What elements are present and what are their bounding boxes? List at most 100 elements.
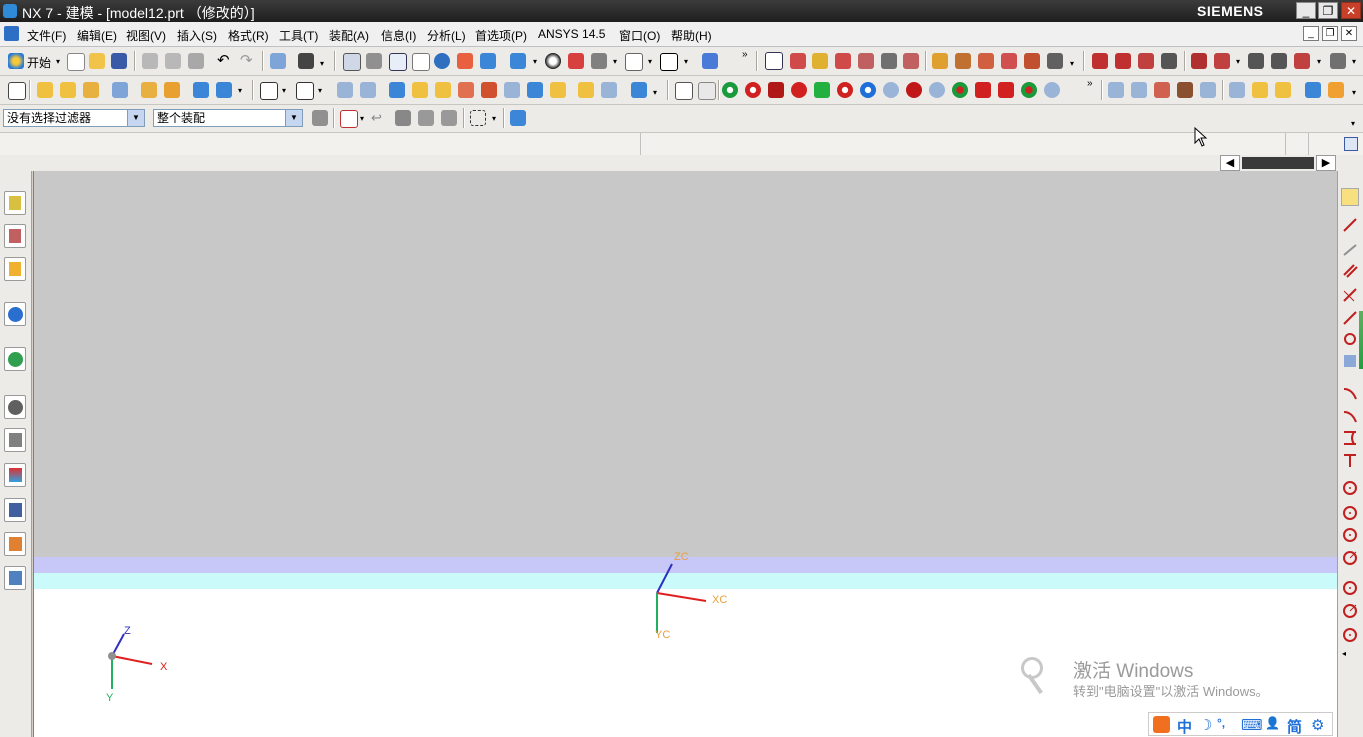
helical-gear-icon[interactable] [998,82,1014,98]
styled-surface-icon[interactable] [1177,82,1193,98]
stop-at-intersection-icon[interactable] [441,110,457,126]
history-icon[interactable] [4,347,26,371]
datum-plane-icon[interactable] [112,82,128,98]
circle-three-point-icon[interactable] [1342,505,1358,521]
offset-curve-icon[interactable] [1191,53,1207,69]
select-body-icon[interactable] [510,110,526,126]
extrude-icon[interactable] [60,82,76,98]
ime-chinese-mode[interactable]: 中 [1177,716,1192,737]
doc-restore-button[interactable]: ❐ [1322,26,1338,41]
scroll-right-button[interactable]: ▶ [1316,155,1336,171]
pulley-icon[interactable] [929,82,945,98]
assembly-navigator-icon[interactable] [4,191,26,215]
circle-point-icon[interactable] [1342,331,1358,347]
reset-filter-icon[interactable] [312,110,328,126]
circle-arc-icon[interactable] [1342,603,1358,619]
hide-icon[interactable] [591,53,607,69]
bridge-curve-icon[interactable] [1248,53,1264,69]
line-icon[interactable] [1092,53,1108,69]
deviation-icon[interactable] [1047,53,1063,69]
weld-bead-icon[interactable] [768,82,784,98]
toolbar2-overflow-chevron[interactable]: » [1087,78,1093,89]
trim-sheet-icon[interactable] [1305,82,1321,98]
selection-filter-combo[interactable]: 没有选择过滤器 ▼ [3,109,145,127]
circle-tangent-icon[interactable] [1342,527,1358,543]
extract-curve-icon[interactable] [1330,53,1346,69]
menu-ansys[interactable]: ANSYS 14.5 [538,27,605,41]
chamfer-icon[interactable] [360,82,376,98]
measure-angle-icon[interactable] [955,53,971,69]
bevel-gear-icon[interactable] [1021,82,1037,98]
ring-icon[interactable] [860,82,876,98]
arc-icon[interactable] [1342,385,1358,401]
undo-icon[interactable]: ↶ [217,53,233,69]
sheet-body-icon[interactable] [1328,82,1344,98]
wcs-icon[interactable] [702,53,718,69]
reuse-library-icon[interactable] [4,428,26,452]
intersect-curve-icon[interactable] [1294,53,1310,69]
hole-icon[interactable] [141,82,157,98]
surface-through-curves-icon[interactable] [1108,82,1124,98]
gear-icon[interactable] [883,82,899,98]
scroll-indicator[interactable] [1359,311,1363,369]
roles-icon[interactable] [4,532,26,556]
menu-format[interactable]: 格式(R) [228,27,269,44]
surface-mesh-icon[interactable] [1131,82,1147,98]
feature-icon[interactable] [1341,188,1359,206]
start-button-label[interactable]: 开始 [27,54,51,71]
menu-edit[interactable]: 编辑(E) [77,27,117,44]
ime-settings-icon[interactable]: ⚙ [1311,716,1324,734]
chevron-down-icon[interactable]: ▼ [127,110,144,126]
ime-simplified-toggle[interactable]: 简 [1287,716,1302,737]
wrap-icon[interactable] [550,82,566,98]
system-materials-icon[interactable] [4,566,26,590]
project-curve-icon[interactable] [1271,53,1287,69]
extension-icon[interactable] [1252,82,1268,98]
close-button[interactable]: ✕ [1341,2,1361,19]
shell-icon[interactable] [389,82,405,98]
menu-tools[interactable]: 工具(T) [279,27,318,44]
unite-icon[interactable] [260,82,278,100]
weld-point-icon[interactable] [745,82,761,98]
start-icon[interactable] [8,53,24,69]
clock-icon[interactable] [4,395,26,419]
circle-icon[interactable] [1138,53,1154,69]
zoom-icon[interactable] [389,53,407,71]
torus-icon[interactable] [837,82,853,98]
line-at-point-icon[interactable] [1342,241,1358,257]
scroll-left-button[interactable]: ◀ [1220,155,1240,171]
simple-interference-icon[interactable] [1024,53,1040,69]
move-layer-icon[interactable] [698,82,716,100]
redo-icon[interactable]: ↷ [240,53,256,69]
render-style-icon[interactable] [510,53,526,69]
spline-icon[interactable] [1161,53,1177,69]
follow-fillet-icon[interactable] [418,110,434,126]
control-point-snap-icon[interactable] [835,53,851,69]
layer-settings-icon[interactable] [675,82,693,100]
menu-insert[interactable]: 插入(S) [177,27,217,44]
cylinder-icon[interactable] [216,82,232,98]
ime-halfwidth-icon[interactable]: ☽ [1199,716,1212,734]
circle-center-icon[interactable] [1342,480,1358,496]
measure-body-icon[interactable] [978,53,994,69]
snap-point-select-icon[interactable] [340,110,358,128]
circle-radius-icon[interactable] [1342,550,1358,566]
menu-assembly[interactable]: 装配(A) [329,27,369,44]
internet-explorer-icon[interactable] [4,302,26,326]
copy-icon[interactable] [165,53,181,69]
check-geometry-icon[interactable] [1001,53,1017,69]
spot-weld-icon[interactable] [722,82,738,98]
scale-body-icon[interactable] [527,82,543,98]
bearing-icon[interactable] [952,82,968,98]
intersection-snap-icon[interactable] [858,53,874,69]
hd3d-tools-icon[interactable] [4,463,26,487]
synchronous-icon[interactable] [631,82,647,98]
section-icon[interactable] [568,53,584,69]
paste-icon[interactable] [188,53,204,69]
sew-icon[interactable] [578,82,594,98]
boss-icon[interactable] [164,82,180,98]
measure-distance-icon[interactable] [932,53,948,69]
curve-rule-icon[interactable]: ↩ [371,110,387,126]
fullscreen-icon[interactable] [1344,137,1358,151]
menu-window[interactable]: 窗口(O) [619,27,660,44]
